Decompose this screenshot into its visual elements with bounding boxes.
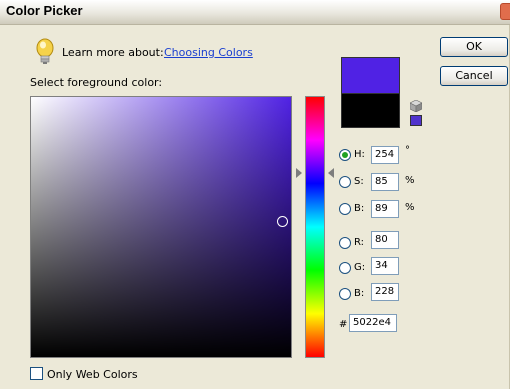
hue-field[interactable]: 254	[371, 146, 399, 164]
green-radio[interactable]	[339, 262, 351, 274]
green-field[interactable]: 34	[371, 257, 399, 275]
green-label: G:	[354, 262, 366, 273]
saturation-radio[interactable]	[339, 176, 351, 188]
new-color-swatch	[341, 57, 400, 93]
close-button[interactable]	[500, 3, 510, 20]
red-field[interactable]: 80	[371, 231, 399, 249]
hex-field[interactable]: 5022e4	[349, 314, 397, 332]
only-web-colors-label[interactable]: Only Web Colors	[47, 368, 138, 381]
web-safe-color-swatch[interactable]	[410, 115, 422, 126]
red-radio[interactable]	[339, 237, 351, 249]
learn-more-text: Learn more about:	[62, 46, 164, 59]
blue-field[interactable]: 228	[371, 283, 399, 301]
cube-icon	[410, 100, 422, 112]
percent-unit: %	[405, 175, 415, 186]
cancel-button[interactable]: Cancel	[440, 66, 508, 86]
blue-radio[interactable]	[339, 288, 351, 300]
hue-label: H:	[354, 149, 365, 160]
choosing-colors-link[interactable]: Choosing Colors	[164, 46, 253, 59]
hue-slider-left-arrow[interactable]	[296, 168, 302, 178]
saturation-brightness-field[interactable]	[30, 96, 292, 358]
saturation-label: S:	[354, 176, 364, 187]
brightness-radio[interactable]	[339, 203, 351, 215]
title-bar: Color Picker	[0, 0, 510, 25]
red-label: R:	[354, 237, 365, 248]
blue-label: B:	[354, 288, 365, 299]
color-picker-dialog: Color Picker Learn more about: Choosing …	[0, 0, 510, 389]
degree-unit: °	[405, 145, 410, 156]
window-title: Color Picker	[6, 3, 83, 18]
ok-button[interactable]: OK	[440, 37, 508, 57]
brightness-label: B:	[354, 203, 365, 214]
hex-label: #	[339, 319, 348, 330]
hue-radio[interactable]	[339, 149, 351, 161]
lightbulb-icon	[36, 38, 54, 64]
percent-unit: %	[405, 202, 415, 213]
color-marker[interactable]	[277, 216, 288, 227]
current-color-swatch[interactable]	[341, 93, 400, 128]
select-foreground-label: Select foreground color:	[30, 76, 163, 89]
hue-slider[interactable]	[305, 96, 325, 358]
saturation-field[interactable]: 85	[371, 173, 399, 191]
brightness-field[interactable]: 89	[371, 200, 399, 218]
only-web-colors-checkbox[interactable]	[30, 367, 43, 380]
hue-slider-right-arrow[interactable]	[328, 168, 334, 178]
